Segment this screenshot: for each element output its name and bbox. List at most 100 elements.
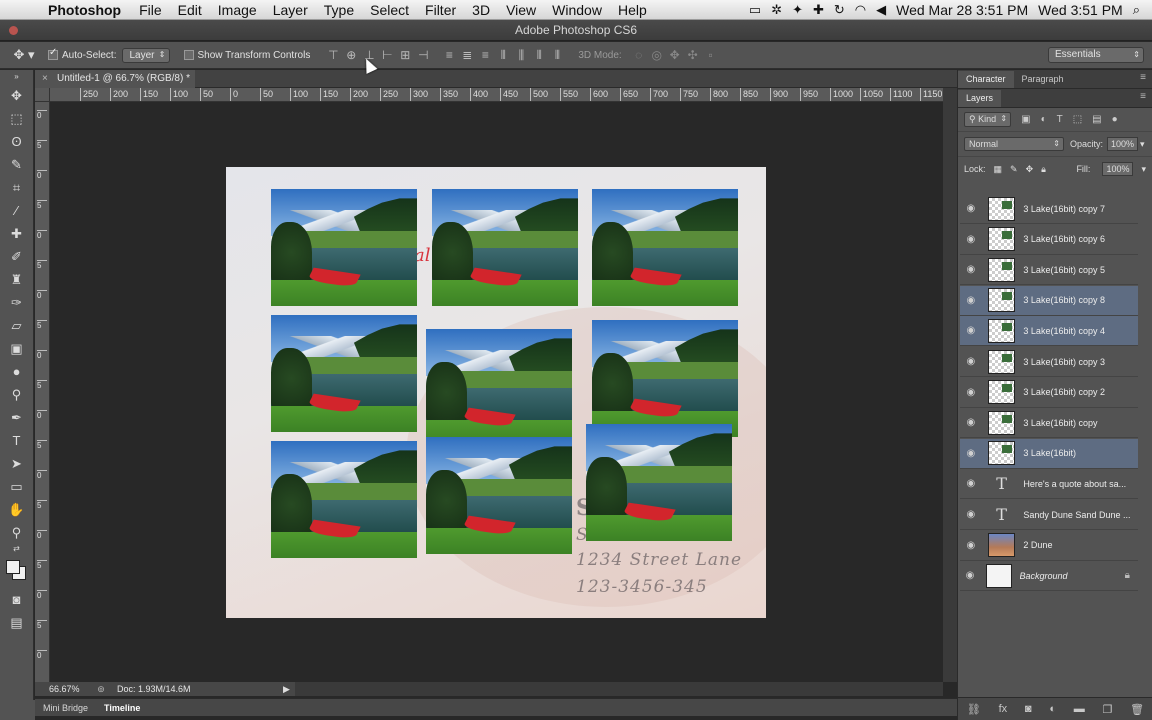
close-window-button[interactable] (9, 26, 18, 35)
visibility-eye-icon[interactable]: ◉ (960, 570, 980, 581)
vertical-scrollbar[interactable] (943, 88, 957, 682)
menu-help[interactable]: Help (610, 2, 655, 18)
link-layers-icon[interactable]: ⛓ (967, 703, 981, 716)
layers-panel-menu-icon[interactable]: ≡ (1140, 91, 1146, 102)
menubar-clock-secondary[interactable]: Wed 3:51 PM (1038, 2, 1123, 18)
layer-name[interactable]: 3 Lake(16bit) copy 7 (1023, 204, 1138, 214)
lake-photo[interactable] (271, 315, 417, 432)
menu-window[interactable]: Window (544, 2, 610, 18)
layer-filter-kind-dropdown[interactable]: ⚲ Kind (964, 112, 1012, 127)
proof-icon[interactable]: ⊚ (89, 684, 113, 695)
layer-row[interactable]: ◉ 3 Lake(16bit) copy 7 (960, 194, 1138, 224)
layer-name[interactable]: 3 Lake(16bit) copy 4 (1023, 326, 1138, 336)
visibility-eye-icon[interactable]: ◉ (960, 417, 982, 428)
auto-select-checkbox[interactable] (48, 47, 62, 61)
layer-name[interactable]: 3 Lake(16bit) copy 8 (1023, 295, 1138, 305)
gradient-tool-icon[interactable]: ▣ (0, 337, 33, 360)
quick-select-tool-icon[interactable]: ✎ (0, 153, 33, 176)
clone-stamp-tool-icon[interactable]: ♜ (0, 268, 33, 291)
auto-align-icon[interactable]: ⦀ (548, 48, 566, 63)
workspace-switcher[interactable]: Essentials (1048, 47, 1144, 63)
new-adjustment-icon[interactable]: ◐ (1049, 703, 1056, 715)
vertical-ruler[interactable]: 0 5 0 5 0 5 0 5 0 5 0 5 0 5 0 5 0 5 0 (35, 102, 50, 682)
layer-row[interactable]: ◉ Background 🔒︎ (960, 561, 1138, 592)
layer-style-icon[interactable]: fx (999, 703, 1008, 715)
blend-mode-dropdown[interactable]: Normal (964, 137, 1064, 151)
layer-row[interactable]: ◉ 3 Lake(16bit) copy 5 (960, 255, 1138, 286)
3d-rotate-icon[interactable]: ◌ (630, 48, 648, 62)
document-tab[interactable]: × Untitled-1 @ 66.7% (RGB/8) * (35, 70, 195, 88)
transform-controls-checkbox[interactable] (183, 49, 198, 61)
layer-name[interactable]: Here's a quote about sa... (1023, 479, 1138, 489)
lasso-tool-icon[interactable]: ʘ (0, 130, 33, 153)
visibility-eye-icon[interactable]: ◉ (960, 448, 982, 459)
tab-timeline[interactable]: Timeline (96, 703, 148, 713)
type-tool-icon[interactable]: T (0, 429, 33, 452)
visibility-eye-icon[interactable]: ◉ (960, 478, 982, 489)
visibility-eye-icon[interactable]: ◉ (960, 234, 982, 245)
menu-select[interactable]: Select (362, 2, 417, 18)
new-layer-icon[interactable]: ❐ (1102, 703, 1112, 716)
align-right-icon[interactable]: ⊣ (414, 48, 432, 62)
lock-position-icon[interactable]: ✥ (1026, 164, 1034, 175)
fill-field[interactable]: 100% (1102, 162, 1134, 176)
filter-toggle-icon[interactable]: ● (1112, 114, 1118, 125)
distribute-vcenter-icon[interactable]: ≣ (458, 48, 476, 62)
layer-row[interactable]: ◉ 3 Lake(16bit) copy 3 (960, 347, 1138, 377)
layer-row[interactable]: ◉ 3 Lake(16bit) copy 8 (960, 285, 1138, 316)
lake-photo[interactable] (271, 189, 417, 306)
layer-row[interactable]: ◉ 3 Lake(16bit) copy 4 (960, 316, 1138, 347)
add-mask-icon[interactable]: ◙ (1025, 703, 1032, 715)
screen-mode-icon[interactable]: ▤ (0, 611, 33, 634)
brush-tool-icon[interactable]: ✐ (0, 245, 33, 268)
app-status-icon[interactable]: ✦ (792, 2, 803, 18)
lock-pixels-icon[interactable]: ✎ (1010, 164, 1018, 175)
lake-photo[interactable] (592, 189, 738, 306)
foreground-color-swatch[interactable] (6, 560, 20, 574)
align-vcenter-icon[interactable]: ⊕ (342, 48, 360, 62)
sync-icon[interactable]: ↻ (834, 2, 845, 18)
menubar-clock[interactable]: Wed Mar 28 3:51 PM (896, 2, 1028, 18)
distribute-hcenter-icon[interactable]: ⫼ (512, 48, 530, 63)
opacity-field[interactable]: 100% (1107, 137, 1139, 151)
path-select-tool-icon[interactable]: ➤ (0, 452, 33, 475)
filter-adjustment-icon[interactable]: ◐ (1041, 114, 1047, 125)
layer-row[interactable]: ◉ T Sandy Dune Sand Dune ... (960, 500, 1138, 530)
zoom-tool-icon[interactable]: ⚲ (0, 521, 33, 544)
lake-photo[interactable] (592, 320, 738, 437)
layer-row[interactable]: ◉ 3 Lake(16bit) copy 2 (960, 378, 1138, 408)
lake-photo[interactable] (426, 329, 572, 446)
shape-tool-icon[interactable]: ▭ (0, 475, 33, 498)
menu-edit[interactable]: Edit (170, 2, 210, 18)
eyedropper-tool-icon[interactable]: ⁄ (0, 199, 33, 222)
wifi-icon[interactable]: ◠ (855, 2, 866, 18)
status-menu-arrow-icon[interactable]: ▶ (283, 684, 290, 695)
menu-filter[interactable]: Filter (417, 2, 464, 18)
ruler-origin[interactable] (35, 88, 50, 102)
visibility-eye-icon[interactable]: ◉ (960, 387, 982, 398)
visibility-eye-icon[interactable]: ◉ (960, 356, 982, 367)
3d-scale-icon[interactable]: ▫ (702, 48, 720, 62)
layer-name[interactable]: Sandy Dune Sand Dune ... (1023, 510, 1138, 520)
layer-name[interactable]: 3 Lake(16bit) copy 3 (1023, 357, 1138, 367)
visibility-eye-icon[interactable]: ◉ (960, 540, 982, 551)
marquee-tool-icon[interactable]: ⬚ (0, 107, 33, 130)
fill-slider-icon[interactable]: ▾ (1141, 164, 1146, 175)
align-hcenter-icon[interactable]: ⊞ (396, 48, 414, 62)
document-canvas[interactable]: al S E S 1234 Street Lane 123-3456-345 (226, 167, 766, 618)
menu-3d[interactable]: 3D (464, 2, 498, 18)
move-tool-preset-icon[interactable]: ✥ ▾ (0, 47, 48, 63)
healing-brush-tool-icon[interactable]: ✚ (0, 222, 33, 245)
layer-row[interactable]: ◉ T Here's a quote about sa... (960, 469, 1138, 500)
collapse-tools-icon[interactable]: » (0, 70, 33, 84)
tab-layers[interactable]: Layers (958, 90, 1002, 107)
new-group-icon[interactable]: ▬ (1074, 703, 1085, 715)
filter-pixel-icon[interactable]: ▣ (1021, 114, 1030, 125)
layer-name[interactable]: 3 Lake(16bit) (1023, 448, 1138, 458)
dodge-tool-icon[interactable]: ⚲ (0, 383, 33, 406)
visibility-eye-icon[interactable]: ◉ (960, 295, 982, 306)
visibility-eye-icon[interactable]: ◉ (960, 325, 982, 336)
visibility-eye-icon[interactable]: ◉ (960, 264, 982, 275)
swap-colors-icon[interactable]: ⇄ (0, 544, 33, 554)
filter-smart-object-icon[interactable]: ▤ (1092, 114, 1101, 125)
